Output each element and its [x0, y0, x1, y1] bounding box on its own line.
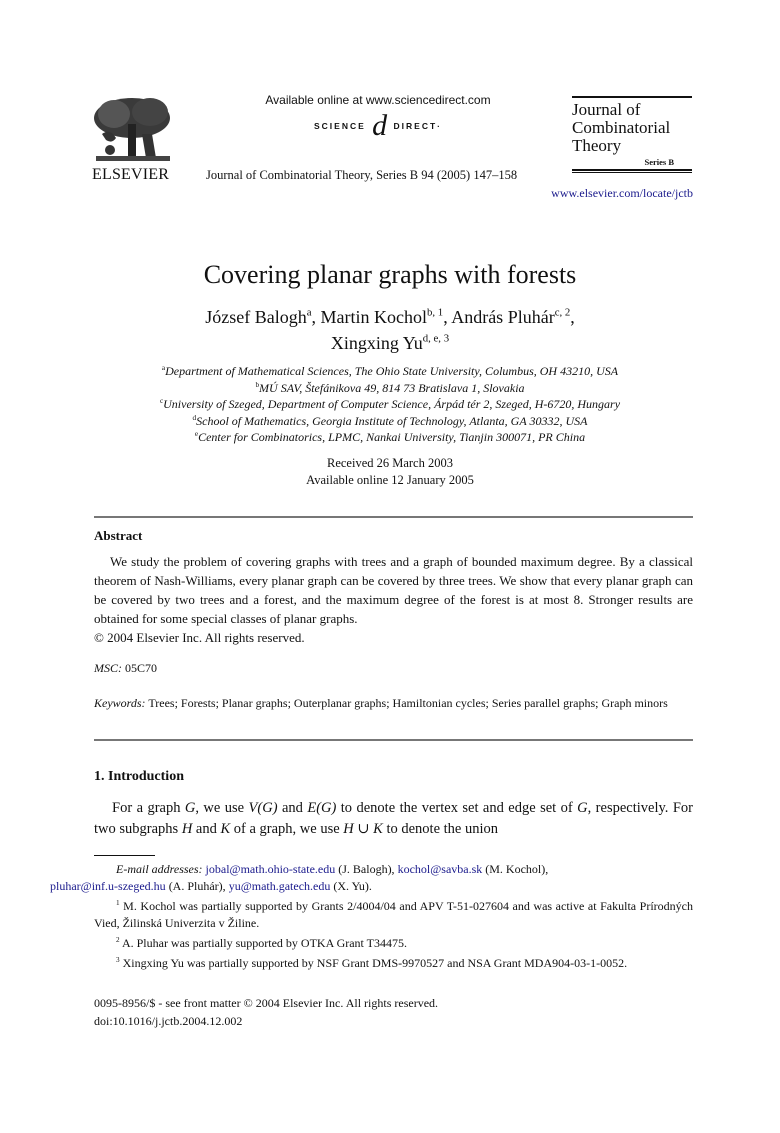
affiliation: dSchool of Mathematics, Georgia Institut… [0, 413, 780, 430]
sciencedirect-at-icon: d [372, 109, 388, 142]
affiliation: cUniversity of Szeged, Department of Com… [0, 396, 780, 413]
issn-line: 0095-8956/$ - see front matter © 2004 El… [94, 996, 439, 1010]
journal-logo-line: Theory [572, 136, 622, 155]
affiliation: aDepartment of Mathematical Sciences, Th… [0, 363, 780, 380]
separator: , [443, 307, 452, 327]
footnote-text: M. Kochol was partially supported by Gra… [94, 899, 694, 930]
affil-text: Department of Mathematical Sciences, The… [165, 364, 619, 378]
paper-title: Covering planar graphs with forests [203, 260, 577, 289]
affil-text: MÚ SAV, Štefánikova 49, 814 73 Bratislav… [259, 380, 525, 395]
author-name: József Balogh [205, 307, 307, 327]
journal-logo-rule [572, 96, 692, 98]
publisher-name: ELSEVIER [92, 166, 170, 183]
text: For a graph [112, 800, 185, 816]
email-owner: (J. Balogh), [335, 862, 398, 876]
affil-text: Center for Combinatorics, LPMC, Nankai U… [198, 430, 586, 445]
text: to denote the union [382, 821, 499, 837]
journal-logo: Journal of Combinatorial Theory Series B [572, 96, 692, 173]
text: of a graph, we use [230, 821, 344, 837]
doi-line: doi:10.1016/j.jctb.2004.12.002 [94, 1014, 243, 1028]
introduction-body: For a graph G, we use V(G) and E(G) to d… [94, 798, 693, 840]
email-footnote: E-mail addresses: jobal@math.ohio-state.… [50, 861, 693, 895]
msc-label: MSC: [94, 661, 122, 675]
journal-logo-rule [572, 172, 692, 173]
journal-logo-line: Combinatorial [572, 118, 671, 137]
math: H ∪ K [343, 821, 383, 837]
journal-url-link[interactable]: www.elsevier.com/locate/jctb [480, 186, 693, 201]
journal-logo-series: Series B [644, 157, 674, 167]
affil-text: University of Szeged, Department of Comp… [163, 397, 621, 412]
author-list: József Balogha, Martin Kocholb, 1, Andrá… [0, 304, 780, 356]
author-affil-marker: b, 1 [426, 306, 444, 319]
abstract-copyright: © 2004 Elsevier Inc. All rights reserved… [94, 630, 305, 645]
abstract-body: We study the problem of covering graphs … [94, 552, 693, 647]
paragraph: For a graph G, we use V(G) and E(G) to d… [94, 798, 693, 840]
text: , we use [195, 800, 249, 816]
author-name: Martin Kochol [320, 307, 427, 327]
footnote: 1 M. Kochol was partially supported by G… [94, 898, 693, 932]
tree-icon [94, 98, 170, 161]
affiliation: bMÚ SAV, Štefánikova 49, 814 73 Bratisla… [0, 380, 780, 397]
math: E(G) [307, 800, 337, 816]
footnote: 3 Xingxing Yu was partially supported by… [94, 955, 693, 972]
affil-text: School of Mathematics, Georgia Institute… [196, 413, 588, 428]
abstract-heading: Abstract [94, 528, 143, 543]
email-link[interactable]: yu@math.gatech.edu [229, 879, 331, 893]
email-owner: (X. Yu). [330, 879, 372, 893]
footnote: 2 A. Pluhar was partially supported by O… [94, 935, 693, 952]
dates: Received 26 March 2003 Available online … [0, 455, 780, 489]
math: V(G) [248, 800, 278, 816]
author-name: András Pluhár [451, 307, 555, 327]
journal-logo-rule [572, 169, 692, 171]
footnote-number: 1 [116, 898, 120, 907]
math: G [184, 800, 196, 816]
separator: , [570, 307, 575, 327]
author-affil-marker: d, e, 3 [422, 332, 450, 345]
sciencedirect-logo-right: DIRECT· [393, 121, 443, 131]
msc-value: 05C70 [125, 661, 158, 675]
footnote-divider [94, 855, 155, 856]
msc-line: MSC: 05C70 [94, 661, 157, 676]
math: G [577, 800, 588, 816]
sciencedirect-logo: SCIENCE d DIRECT· [200, 109, 556, 143]
email-link[interactable]: kochol@savba.sk [398, 862, 483, 876]
email-owner: (A. Pluhár), [165, 879, 229, 893]
sciencedirect-availability: Available online at www.sciencedirect.co… [265, 93, 491, 107]
email-link[interactable]: pluhar@inf.u-szeged.hu [50, 879, 166, 893]
footnote-number: 3 [116, 955, 120, 964]
text: to denote the vertex set and edge set of [336, 800, 578, 816]
abstract-text: We study the problem of covering graphs … [94, 554, 693, 626]
keywords-label: Keywords: [94, 696, 146, 710]
email-owner: (M. Kochol), [482, 862, 549, 876]
math: K [220, 821, 231, 837]
math: H [181, 821, 193, 837]
page-footer: 0095-8956/$ - see front matter © 2004 El… [94, 994, 438, 1030]
affiliation: eCenter for Combinatorics, LPMC, Nankai … [0, 429, 780, 446]
text: and [277, 800, 308, 816]
keywords-line: Keywords: Trees; Forests; Planar graphs;… [94, 695, 693, 711]
email-link[interactable]: jobal@math.ohio-state.edu [206, 862, 336, 876]
keywords-value: Trees; Forests; Planar graphs; Outerplan… [148, 696, 668, 710]
divider [94, 739, 693, 741]
text: and [192, 821, 221, 837]
section-heading: 1. Introduction [94, 769, 184, 784]
online-date: Available online 12 January 2005 [306, 473, 474, 487]
footnotes: E-mail addresses: jobal@math.ohio-state.… [50, 861, 693, 975]
author-name: Xingxing Yu [330, 333, 423, 353]
journal-citation: Journal of Combinatorial Theory, Series … [206, 168, 518, 182]
affiliations: aDepartment of Mathematical Sciences, Th… [0, 363, 780, 446]
author-affil-marker: c, 2 [554, 306, 571, 319]
footnote-text: A. Pluhar was partially supported by OTK… [121, 936, 408, 950]
received-date: Received 26 March 2003 [326, 456, 453, 470]
journal-logo-line: Journal of [572, 100, 641, 119]
email-label: E-mail addresses: [116, 862, 203, 876]
footnote-text: Xingxing Yu was partially supported by N… [122, 956, 628, 970]
sciencedirect-logo-left: SCIENCE [313, 121, 366, 131]
footnote-number: 2 [116, 935, 120, 944]
separator: , [311, 307, 321, 327]
divider [94, 516, 693, 518]
